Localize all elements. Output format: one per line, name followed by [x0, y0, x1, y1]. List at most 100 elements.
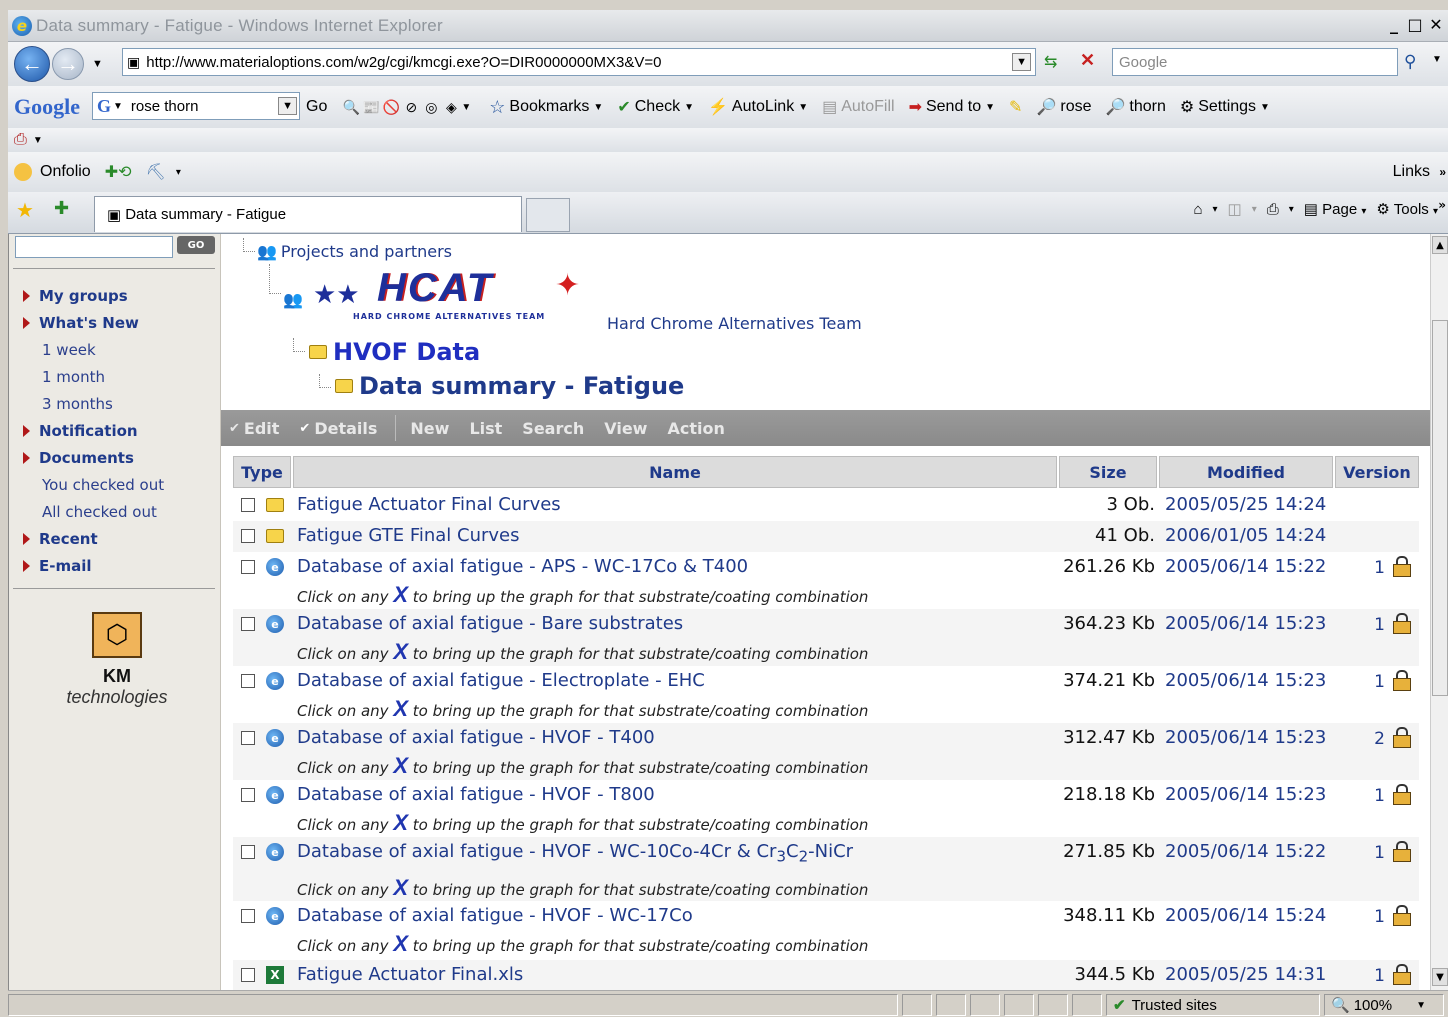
column-header-type[interactable]: Type — [233, 456, 291, 488]
table-row[interactable]: e Database of axial fatigue - HVOF - WC-1… — [233, 901, 1419, 958]
sidebar-item-1-month[interactable]: 1 month — [23, 363, 213, 390]
address-dropdown-icon[interactable]: ▼ — [1012, 53, 1031, 71]
document-name-link[interactable]: Fatigue Actuator Final.xls — [297, 964, 523, 985]
print-dropdown-icon[interactable]: ▾ — [1289, 204, 1294, 215]
document-name-link[interactable]: Fatigue Actuator Final Curves — [297, 494, 561, 515]
highlighter-icon[interactable]: ✎ — [1009, 97, 1022, 117]
print-icon[interactable]: ⎙ — [1267, 201, 1279, 218]
news-icon[interactable]: 📰 — [361, 97, 381, 117]
security-zone[interactable]: ✔ Trusted sites — [1106, 994, 1320, 1016]
lock-icon[interactable] — [1393, 964, 1411, 985]
scroll-down-icon[interactable]: ▼ — [1432, 968, 1448, 986]
check-button[interactable]: ✔ Check ▼ — [617, 97, 694, 117]
home-dropdown-icon[interactable]: ▾ — [1213, 204, 1218, 215]
sidebar-item-1-week[interactable]: 1 week — [23, 336, 213, 363]
onfolio-dropdown-icon[interactable]: ▾ — [176, 167, 181, 178]
table-row[interactable]: e Database of axial fatigue - HVOF - T400… — [233, 723, 1419, 780]
breadcrumb-hcat[interactable]: Hard Chrome Alternatives Team — [607, 314, 862, 333]
add-favorites-icon[interactable]: ✚ — [54, 198, 69, 219]
more-buttons-icon[interactable]: ▼ — [461, 102, 471, 113]
row-checkbox[interactable] — [241, 788, 255, 802]
search-button[interactable]: Search — [522, 419, 584, 438]
search-web-icon[interactable]: 🔍 — [341, 97, 361, 117]
zoom-control[interactable]: 🔍 100% ▼ — [1324, 994, 1444, 1016]
sidebar-item-you-checked-out[interactable]: You checked out — [23, 471, 213, 498]
search-term-thorn[interactable]: 🔎 thorn — [1106, 97, 1166, 117]
add-onfolio-icon[interactable]: ✚⟲ — [105, 162, 132, 182]
breadcrumb-hvof[interactable]: HVOF Data — [309, 338, 480, 366]
sidebar-item-my-groups[interactable]: My groups — [23, 282, 213, 309]
column-header-modified[interactable]: Modified — [1159, 456, 1333, 488]
document-name-link[interactable]: Database of axial fatigue - Electroplate… — [297, 670, 705, 691]
lock-icon[interactable] — [1393, 905, 1411, 926]
graph-x-link[interactable]: X — [393, 875, 408, 900]
page-menu[interactable]: ▤ Page ▾ — [1304, 200, 1367, 218]
tab-data-summary[interactable]: ▣ Data summary - Fatigue — [94, 196, 522, 232]
row-checkbox[interactable] — [241, 560, 255, 574]
home-icon[interactable]: ⌂ — [1193, 201, 1202, 218]
favorites-star-icon[interactable]: ★ — [16, 198, 34, 222]
graph-x-link[interactable]: X — [393, 753, 408, 778]
graph-x-link[interactable]: X — [393, 639, 408, 664]
view-button[interactable]: View — [604, 419, 647, 438]
row-checkbox[interactable] — [241, 617, 255, 631]
column-header-size[interactable]: Size — [1059, 456, 1157, 488]
feeds-icon[interactable]: ◫ — [1228, 200, 1242, 218]
links-button[interactable]: Links — [1393, 163, 1430, 181]
document-name-link[interactable]: Database of axial fatigue - HVOF - WC-17… — [297, 905, 693, 926]
table-row[interactable]: e Database of axial fatigue - APS - WC-17… — [233, 552, 1419, 609]
onfolio-button[interactable]: Onfolio — [40, 163, 91, 181]
row-checkbox[interactable] — [241, 968, 255, 982]
feeds-dropdown-icon[interactable]: ▾ — [1252, 204, 1257, 215]
details-toggle[interactable]: ✔ Details — [299, 419, 377, 438]
pdf-icon[interactable]: ⎙ — [14, 131, 27, 149]
graph-x-link[interactable]: X — [393, 696, 408, 721]
row-checkbox[interactable] — [241, 498, 255, 512]
table-row[interactable]: Fatigue Actuator Final Curves 3 Ob. 2005/0… — [233, 490, 1419, 521]
graph-x-link[interactable]: X — [393, 582, 408, 607]
highlight-icon[interactable]: ◈ — [441, 97, 461, 117]
minimize-button[interactable]: _ — [1384, 12, 1404, 36]
sidebar-item-all-checked-out[interactable]: All checked out — [23, 498, 213, 525]
popup-blocker-icon[interactable]: 🚫 — [381, 97, 401, 117]
bookmarks-button[interactable]: ☆ Bookmarks ▼ — [489, 97, 603, 118]
back-button[interactable]: ← — [14, 46, 50, 82]
chevron-right-icon[interactable]: » — [1438, 198, 1446, 212]
list-button[interactable]: List — [469, 419, 502, 438]
graph-x-link[interactable]: X — [393, 810, 408, 835]
google-g-dropdown-icon[interactable]: ▼ — [113, 101, 123, 112]
autofill-button[interactable]: ▤ AutoFill — [822, 97, 894, 117]
settings-button[interactable]: ⚙ Settings ▼ — [1180, 97, 1270, 117]
scroll-up-icon[interactable]: ▲ — [1432, 236, 1448, 254]
google-search-box[interactable]: G ▼ rose thorn ▼ — [92, 92, 300, 120]
capture-icon[interactable]: ⛏ — [146, 162, 166, 182]
tools-menu[interactable]: ⚙ Tools ▾ — [1376, 200, 1438, 218]
history-dropdown-icon[interactable]: ▼ — [92, 58, 103, 70]
sidebar-item-notification[interactable]: Notification — [23, 417, 213, 444]
search-input[interactable]: Google — [1112, 48, 1398, 76]
document-name-link[interactable]: Database of axial fatigue - HVOF - T400 — [297, 727, 655, 748]
search-icon[interactable]: ⚲ — [1404, 52, 1416, 72]
column-header-version[interactable]: Version — [1335, 456, 1419, 488]
close-button[interactable]: ✕ — [1426, 12, 1446, 36]
refresh-icon[interactable]: ⇆ — [1044, 52, 1057, 72]
table-row[interactable]: e Database of axial fatigue - Bare substr… — [233, 609, 1419, 666]
breadcrumb-projects[interactable]: 👥 Projects and partners — [257, 242, 452, 261]
document-name-link[interactable]: Database of axial fatigue - Bare substra… — [297, 613, 683, 634]
stop-icon[interactable]: ✕ — [1080, 50, 1095, 71]
go-button[interactable]: Go — [306, 98, 327, 116]
lock-icon[interactable] — [1393, 613, 1411, 634]
document-name-link[interactable]: Database of axial fatigue - HVOF - T800 — [297, 784, 655, 805]
table-row[interactable]: e Database of axial fatigue - HVOF - WC-1… — [233, 837, 1419, 901]
lock-icon[interactable] — [1393, 784, 1411, 805]
sidebar-item-what-s-new[interactable]: What's New — [23, 309, 213, 336]
sidebar-item-e-mail[interactable]: E-mail — [23, 552, 213, 579]
new-tab-button[interactable] — [526, 198, 570, 232]
row-checkbox[interactable] — [241, 529, 255, 543]
vertical-scrollbar[interactable]: ▲ ▼ — [1430, 234, 1448, 990]
row-checkbox[interactable] — [241, 909, 255, 923]
address-field[interactable]: ▣ http://www.materialoptions.com/w2g/cgi… — [122, 48, 1036, 76]
sidebar-item-recent[interactable]: Recent — [23, 525, 213, 552]
query-dropdown-icon[interactable]: ▼ — [278, 97, 297, 115]
autolink-button[interactable]: ⚡ AutoLink ▼ — [708, 97, 808, 117]
